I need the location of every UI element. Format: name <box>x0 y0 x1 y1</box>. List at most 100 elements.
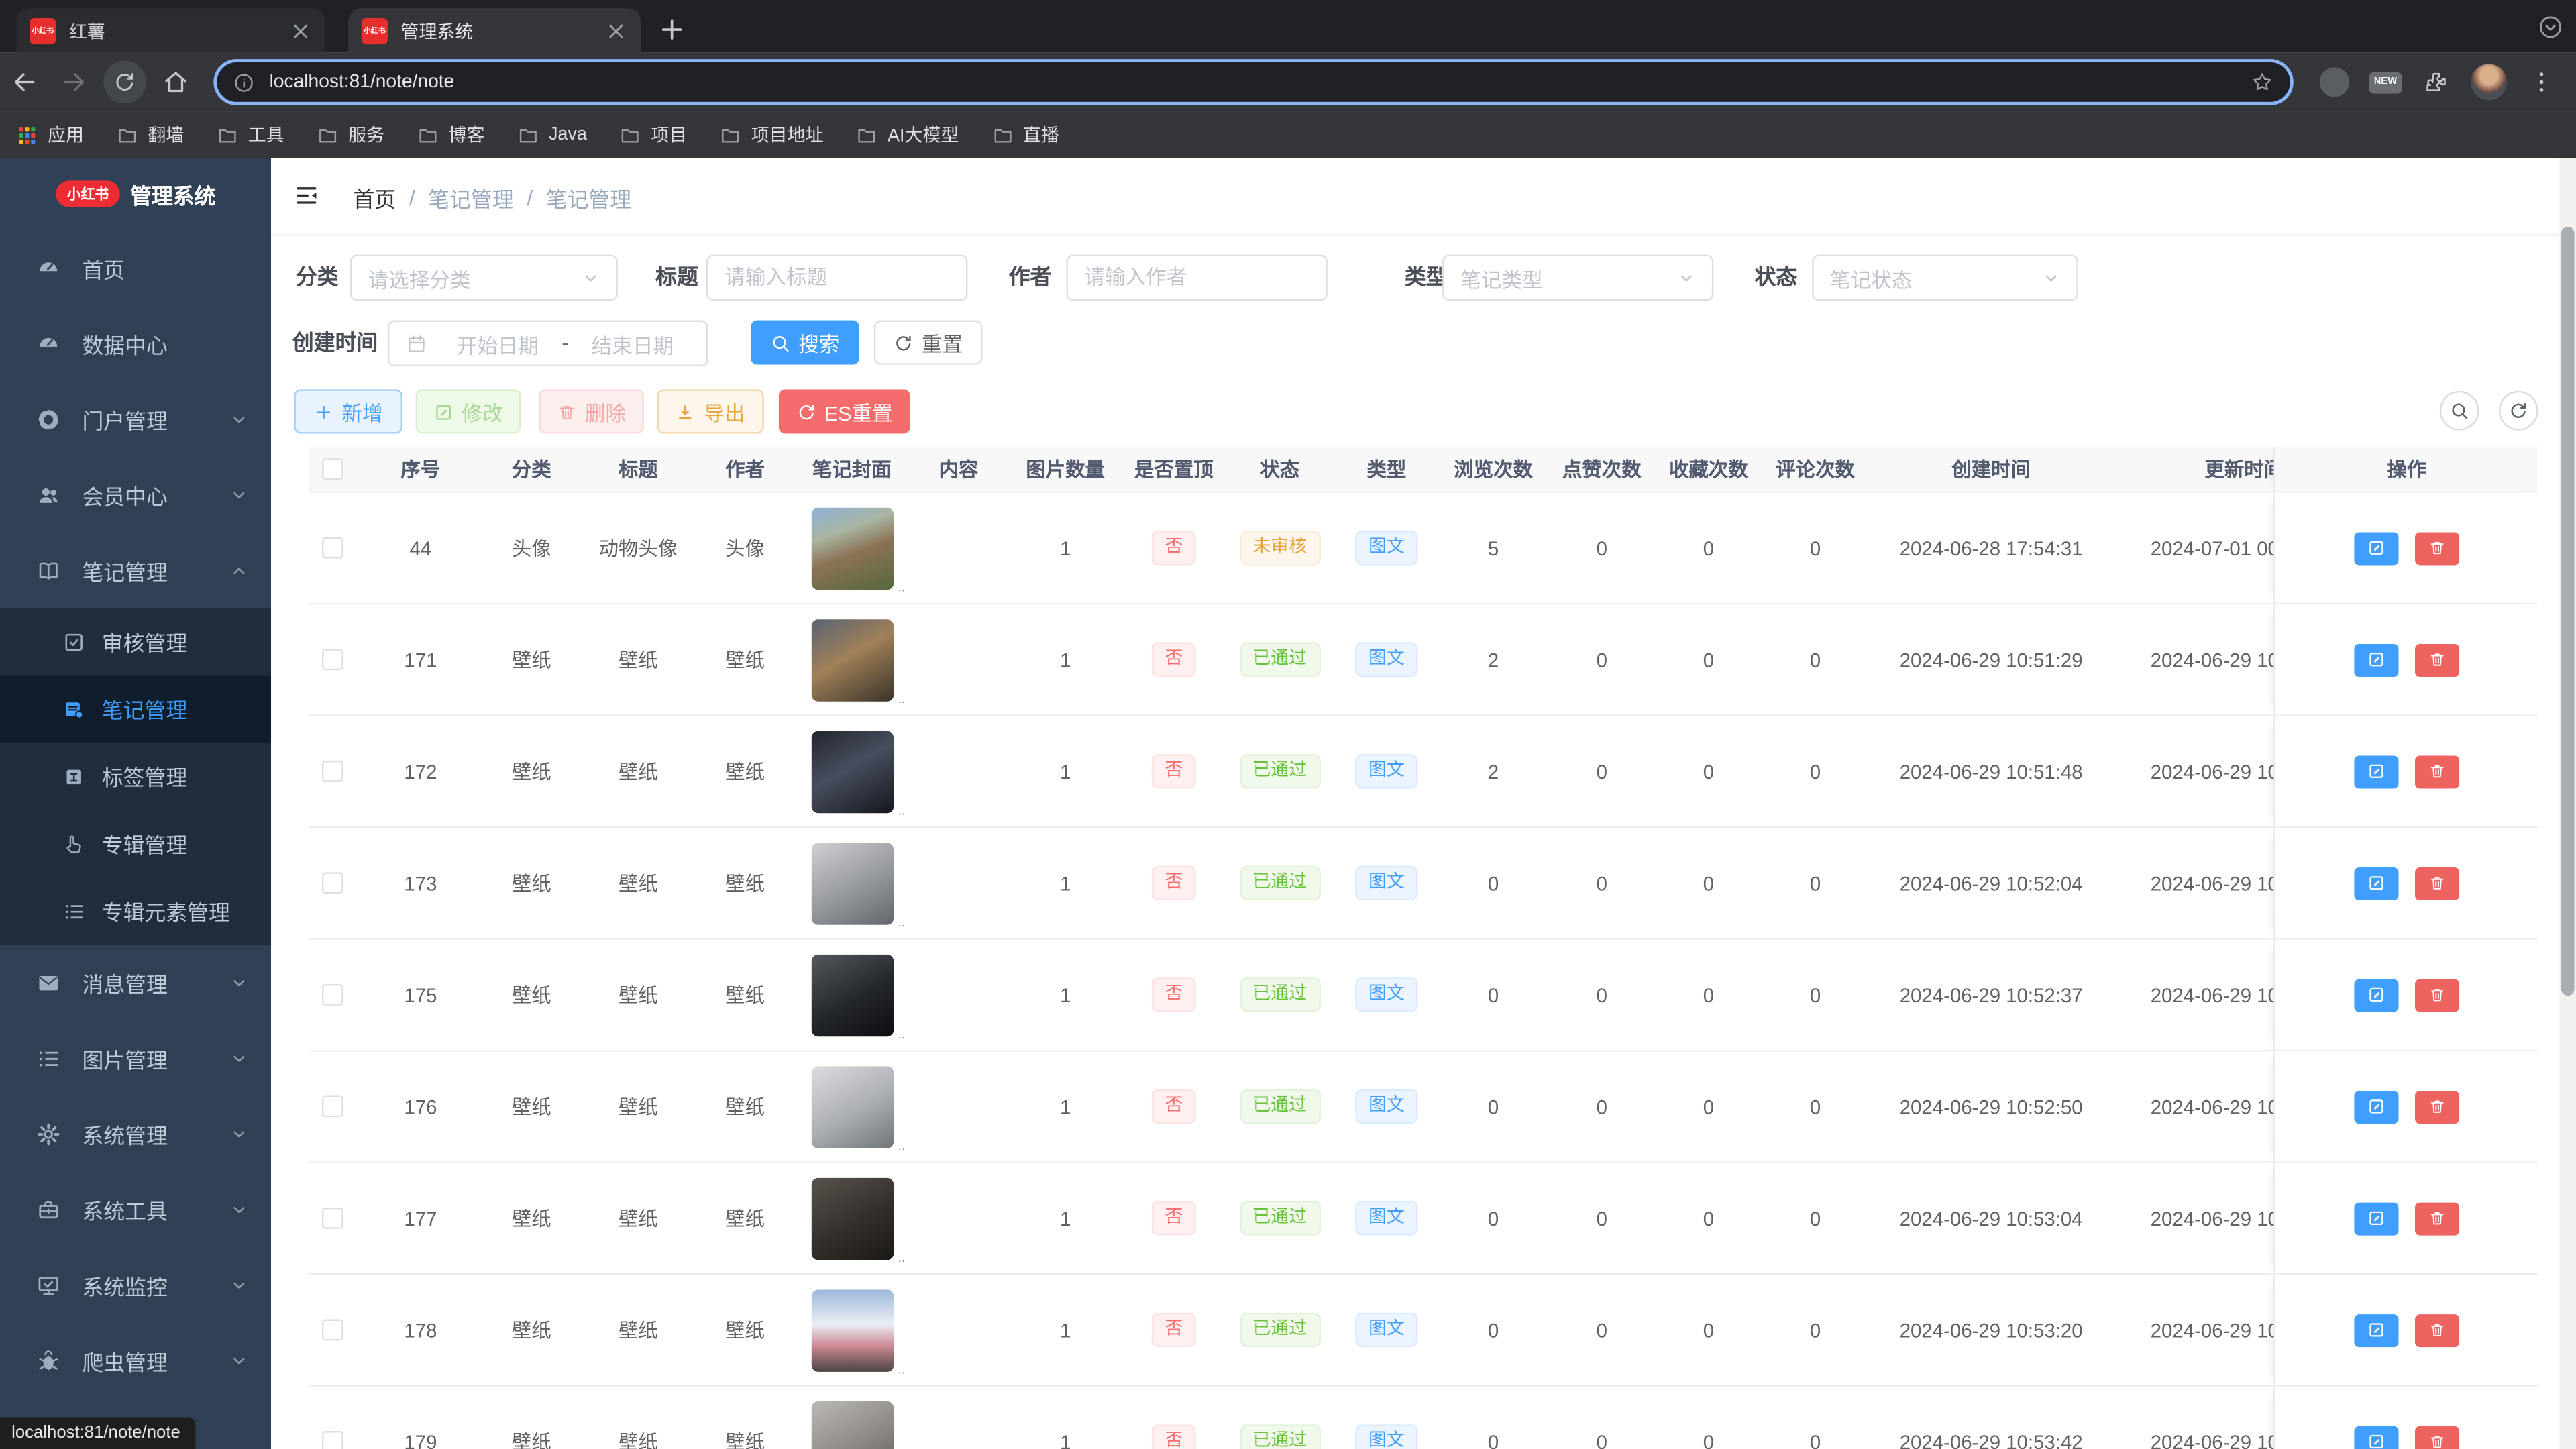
delete-row-button[interactable] <box>2415 643 2460 676</box>
edit-row-button[interactable] <box>2354 866 2399 900</box>
delete-row-button[interactable] <box>2415 755 2460 788</box>
tab-close-icon[interactable] <box>604 19 627 42</box>
export-button[interactable]: 导出 <box>657 389 764 434</box>
bookmark-folder[interactable]: 服务 <box>317 121 384 148</box>
delete-row-button[interactable] <box>2415 1425 2460 1449</box>
note-cover-image[interactable] <box>810 619 894 701</box>
new-tab-button[interactable] <box>657 15 687 44</box>
breadcrumb-home[interactable]: 首页 <box>354 182 396 214</box>
edit-row-button[interactable] <box>2354 755 2399 788</box>
tab-search-icon[interactable] <box>2538 15 2563 40</box>
extensions-puzzle-icon[interactable] <box>2423 69 2449 95</box>
bookmark-apps[interactable]: 应用 <box>16 121 84 148</box>
sidebar-item-members[interactable]: 会员中心 <box>0 457 271 533</box>
author-input[interactable] <box>1084 266 1309 290</box>
extension-icon[interactable] <box>2319 67 2350 97</box>
delete-row-button[interactable] <box>2415 866 2460 900</box>
row-checkbox[interactable] <box>321 760 343 782</box>
bookmark-folder[interactable]: 工具 <box>217 121 284 148</box>
title-input[interactable] <box>724 266 950 290</box>
note-cover-image[interactable] <box>810 953 894 1036</box>
app-logo[interactable]: 小红书 管理系统 <box>0 158 271 230</box>
browser-profile-avatar[interactable] <box>2471 64 2508 101</box>
edit-row-button[interactable] <box>2354 1313 2399 1346</box>
bookmark-folder[interactable]: 博客 <box>417 121 484 148</box>
sidebar-item-images[interactable]: 图片管理 <box>0 1020 271 1096</box>
delete-row-button[interactable] <box>2415 1089 2460 1123</box>
toggle-search-button[interactable] <box>2439 390 2479 431</box>
delete-row-button[interactable] <box>2415 1201 2460 1235</box>
note-cover-image[interactable] <box>810 1065 894 1148</box>
url-bar[interactable]: localhost:81/note/note <box>213 59 2294 105</box>
sidebar-item-notes[interactable]: 笔记管理 <box>0 532 271 608</box>
bookmark-folder[interactable]: 项目 <box>620 121 687 148</box>
sidebar-item-monitor[interactable]: 系统监控 <box>0 1247 271 1323</box>
edit-row-button[interactable] <box>2354 978 2399 1012</box>
browser-menu-icon[interactable] <box>2528 69 2555 95</box>
add-button[interactable]: 新增 <box>294 389 403 434</box>
reset-button[interactable]: 重置 <box>873 320 983 365</box>
bookmark-folder[interactable]: Java <box>517 124 587 146</box>
row-checkbox[interactable] <box>321 872 343 894</box>
tab-admin-system[interactable]: 小红书 管理系统 <box>348 8 641 53</box>
row-checkbox[interactable] <box>321 537 343 559</box>
es-reset-button[interactable]: ES重置 <box>778 389 910 434</box>
back-icon[interactable] <box>11 69 38 95</box>
scrollbar-thumb[interactable] <box>2561 226 2575 996</box>
sidebar-item-album-elements[interactable]: 专辑元素管理 <box>0 877 271 945</box>
row-checkbox[interactable] <box>321 1319 343 1341</box>
edit-row-button[interactable] <box>2354 1425 2399 1449</box>
row-checkbox[interactable] <box>321 1095 343 1118</box>
sidebar-item-audit[interactable]: 审核管理 <box>0 608 271 675</box>
note-cover-image[interactable] <box>810 1400 894 1449</box>
sidebar-item-messages[interactable]: 消息管理 <box>0 945 271 1020</box>
bookmark-star-icon[interactable] <box>2251 70 2273 93</box>
reload-button[interactable] <box>103 60 146 104</box>
category-select[interactable]: 请选择分类 <box>350 254 618 301</box>
row-checkbox[interactable] <box>321 649 343 671</box>
site-info-icon[interactable] <box>233 72 255 93</box>
sidebar-item-note-manage[interactable]: 笔记管理 <box>0 675 272 743</box>
delete-button[interactable]: 删除 <box>539 389 645 434</box>
bookmark-folder[interactable]: 直播 <box>991 121 1059 148</box>
bookmark-folder[interactable]: 翻墙 <box>117 121 184 148</box>
sidebar-item-home[interactable]: 首页 <box>0 230 271 306</box>
delete-row-button[interactable] <box>2415 978 2460 1012</box>
row-checkbox[interactable] <box>321 1208 343 1229</box>
tab-hongshu[interactable]: 小红书 红薯 <box>16 8 325 53</box>
sidebar-item-portal[interactable]: 门户管理 <box>0 381 271 457</box>
edit-row-button[interactable] <box>2354 1201 2399 1235</box>
delete-row-button[interactable] <box>2415 531 2460 565</box>
sidebar-item-system[interactable]: 系统管理 <box>0 1095 271 1171</box>
date-range-picker[interactable]: 开始日期 - 结束日期 <box>387 320 708 367</box>
sidebar-toggle-icon[interactable] <box>292 182 321 209</box>
search-button[interactable]: 搜索 <box>751 320 859 365</box>
extension-new-badge-icon[interactable]: NEW <box>2369 71 2402 93</box>
forward-icon[interactable] <box>61 69 87 95</box>
note-cover-image[interactable] <box>810 1177 894 1260</box>
row-checkbox[interactable] <box>321 983 343 1006</box>
sidebar-item-albums[interactable]: 专辑管理 <box>0 810 271 877</box>
sidebar-item-tools[interactable]: 系统工具 <box>0 1171 271 1247</box>
edit-row-button[interactable] <box>2354 643 2399 676</box>
bookmark-folder[interactable]: 项目地址 <box>720 121 824 148</box>
row-checkbox[interactable] <box>321 1431 343 1449</box>
sidebar-item-tags[interactable]: 标签管理 <box>0 743 271 810</box>
sidebar-item-crawler[interactable]: 爬虫管理 <box>0 1322 271 1398</box>
select-all-checkbox[interactable] <box>321 458 343 480</box>
home-icon[interactable] <box>162 69 189 95</box>
edit-row-button[interactable] <box>2354 531 2399 565</box>
note-cover-image[interactable] <box>810 506 894 589</box>
edit-button[interactable]: 修改 <box>415 389 521 434</box>
bookmark-folder[interactable]: AI大模型 <box>857 121 959 148</box>
note-cover-image[interactable] <box>810 730 894 813</box>
delete-row-button[interactable] <box>2415 1313 2460 1346</box>
note-cover-image[interactable] <box>810 1289 894 1371</box>
tab-close-icon[interactable] <box>289 19 312 42</box>
sidebar-item-data-center[interactable]: 数据中心 <box>0 306 271 382</box>
status-select[interactable]: 笔记状态 <box>1812 254 2078 301</box>
edit-row-button[interactable] <box>2354 1089 2399 1123</box>
refresh-table-button[interactable] <box>2498 390 2538 431</box>
note-cover-image[interactable] <box>810 842 894 924</box>
type-select[interactable]: 笔记类型 <box>1442 254 1714 301</box>
